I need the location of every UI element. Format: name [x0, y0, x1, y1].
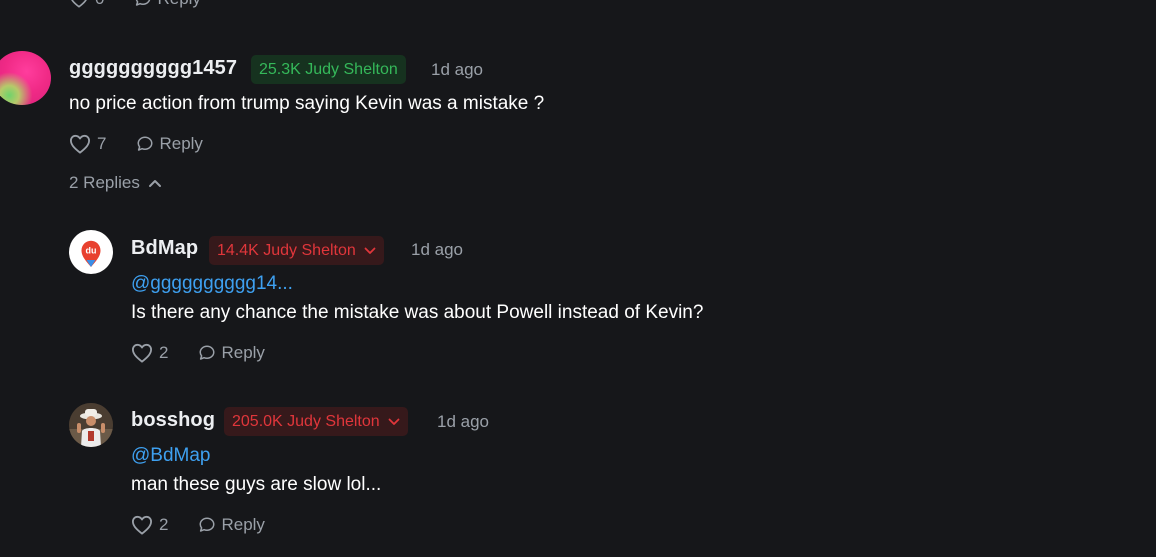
like-button[interactable]: 0: [69, 0, 104, 9]
like-count: 0: [95, 0, 104, 9]
reply-button[interactable]: Reply: [134, 0, 201, 9]
reply-button[interactable]: Reply: [198, 515, 265, 535]
reply-username[interactable]: BdMap: [131, 237, 198, 260]
top-comment-actions: 0 Reply: [69, 0, 201, 10]
reply-label: Reply: [221, 515, 265, 534]
comment-bubble-icon: [137, 136, 153, 151]
holding-badge[interactable]: 14.4K Judy Shelton: [209, 236, 384, 265]
reply-actions: 2 Reply: [131, 342, 265, 364]
like-count: 2: [159, 515, 169, 534]
timestamp: 1d ago: [431, 60, 483, 79]
like-count: 7: [97, 134, 107, 153]
heart-icon: [70, 134, 90, 154]
comment-username[interactable]: gggggggggg1457: [69, 57, 237, 80]
timestamp: 1d ago: [411, 240, 463, 259]
chevron-down-icon: [364, 247, 376, 254]
avatar-text: du: [86, 246, 97, 256]
badge-label: 25.3K Judy Shelton: [259, 60, 398, 78]
reply-button[interactable]: Reply: [198, 343, 265, 363]
chevron-down-icon: [388, 418, 400, 425]
mention-link[interactable]: @BdMap: [131, 445, 211, 467]
holding-badge[interactable]: 205.0K Judy Shelton: [224, 407, 408, 436]
reply-button[interactable]: Reply: [136, 134, 203, 154]
comment-bubble-icon: [136, 0, 151, 6]
chevron-up-icon: [148, 180, 161, 187]
heart-icon: [132, 515, 152, 535]
avatar[interactable]: du: [69, 230, 113, 274]
like-button[interactable]: 2: [131, 343, 168, 363]
reply-label: Reply: [159, 134, 203, 153]
comment-bubble-icon: [199, 345, 215, 360]
like-button[interactable]: 2: [131, 515, 168, 535]
badge-label: 14.4K Judy Shelton: [217, 241, 356, 259]
timestamp: 1d ago: [437, 412, 489, 431]
heart-icon: [132, 343, 152, 363]
reply-username[interactable]: bosshog: [131, 409, 215, 432]
map-pin-logo: du: [81, 240, 101, 267]
replies-toggle[interactable]: 2 Replies: [69, 173, 162, 193]
avatar[interactable]: [0, 51, 51, 105]
reply-label: Reply: [157, 0, 200, 9]
comment-actions: 7 Reply: [69, 133, 203, 155]
replies-toggle-label: 2 Replies: [69, 173, 140, 192]
holding-badge[interactable]: 25.3K Judy Shelton: [251, 55, 406, 84]
avatar-photo: [69, 403, 113, 447]
heart-icon: [71, 0, 87, 8]
comment-text: no price action from trump saying Kevin …: [69, 93, 545, 114]
reply-actions: 2 Reply: [131, 514, 265, 536]
avatar[interactable]: [69, 403, 113, 447]
badge-label: 205.0K Judy Shelton: [232, 412, 380, 430]
reply-text: Is there any chance the mistake was abou…: [131, 302, 704, 323]
reply-text: man these guys are slow lol...: [131, 474, 382, 495]
like-count: 2: [159, 343, 169, 362]
reply-label: Reply: [221, 343, 265, 362]
comment-thread: 0 Reply gggggggggg1457 25.3K Judy Shelto…: [0, 0, 1156, 557]
like-button[interactable]: 7: [69, 134, 106, 154]
comment-bubble-icon: [199, 517, 215, 532]
mention-link[interactable]: @gggggggggg14...: [131, 273, 293, 295]
